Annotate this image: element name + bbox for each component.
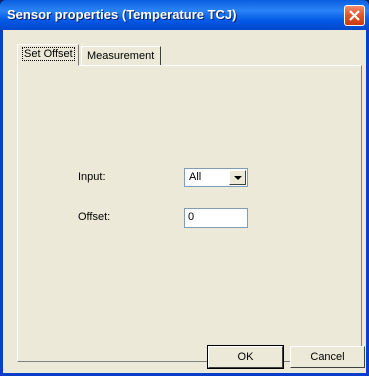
close-icon [349, 10, 360, 21]
tab-set-offset-label: Set Offset [22, 47, 75, 61]
offset-field-value: 0 [188, 211, 195, 223]
window-title: Sensor properties (Temperature TCJ) [7, 7, 237, 22]
close-button[interactable] [344, 5, 365, 26]
chevron-down-icon [234, 176, 242, 180]
tab-strip: Set Offset Measurement [3, 30, 366, 66]
ok-button[interactable]: OK [207, 345, 284, 369]
tab-measurement-label: Measurement [87, 50, 155, 62]
input-label: Input: [78, 171, 106, 183]
tab-set-offset[interactable]: Set Offset [17, 44, 79, 66]
tab-measurement[interactable]: Measurement [81, 46, 161, 66]
cancel-button[interactable]: Cancel [290, 346, 365, 368]
input-select-dropdown-button[interactable] [229, 170, 246, 185]
input-select[interactable]: All [184, 168, 248, 187]
offset-field[interactable]: 0 [184, 208, 248, 228]
dialog-window: Sensor properties (Temperature TCJ) Set … [0, 0, 369, 376]
input-select-value: All [189, 171, 202, 183]
title-bar[interactable]: Sensor properties (Temperature TCJ) [0, 0, 369, 30]
offset-label: Offset: [78, 211, 111, 223]
dialog-client-area: Set Offset Measurement Input: All Offset… [3, 30, 366, 373]
